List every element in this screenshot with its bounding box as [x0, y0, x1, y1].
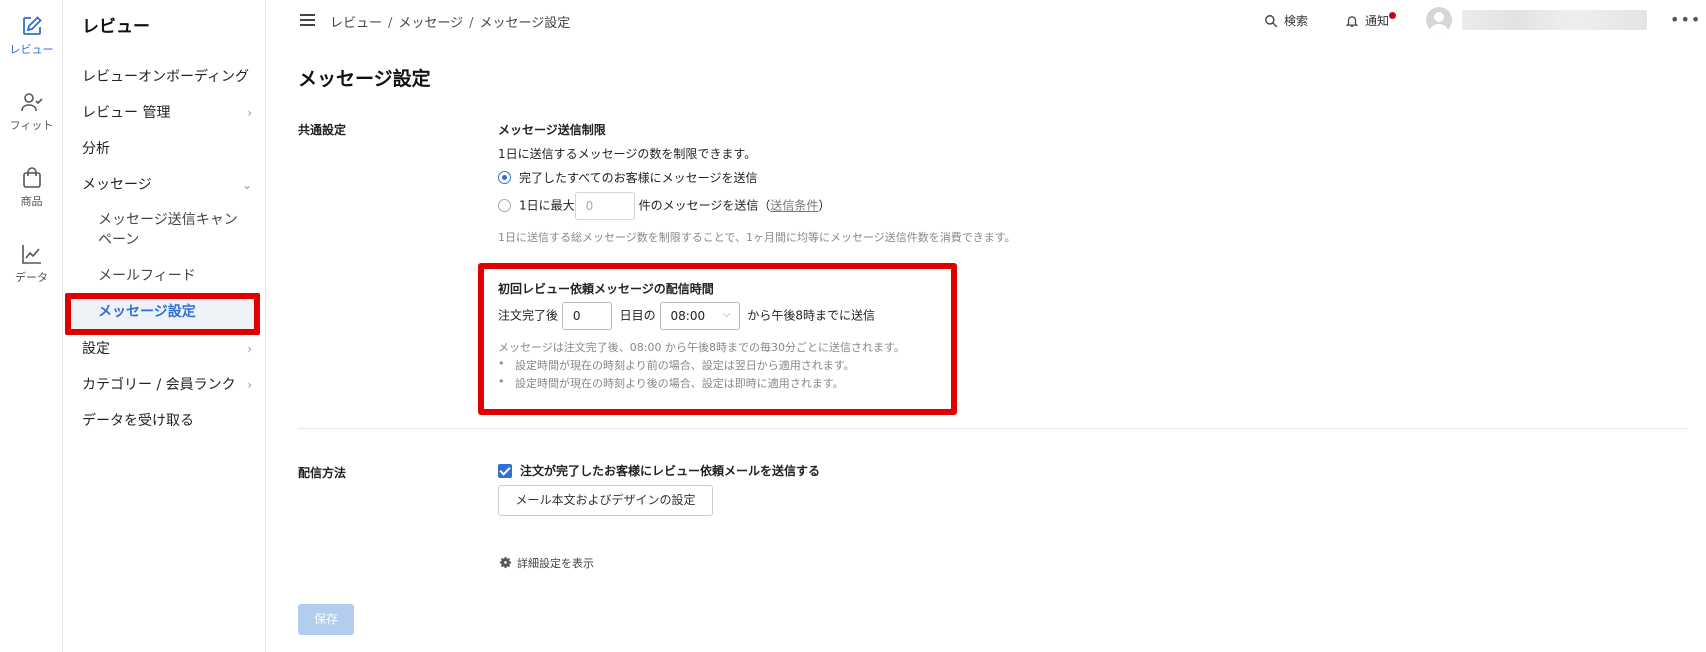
radio-label: 1日に最大 [519, 198, 575, 213]
chevron-down-icon: ⌄ [241, 178, 252, 192]
more-menu-icon[interactable]: ••• [1670, 10, 1701, 29]
search-icon [1265, 15, 1278, 28]
breadcrumb-item-current: メッセージ設定 [479, 16, 571, 31]
search-button[interactable]: 検索 [1264, 12, 1308, 29]
highlight-box-sidebar [65, 293, 260, 335]
rail-label-data: データ [15, 271, 48, 284]
app-rail: レビュー フィット 商品 データ [0, 0, 63, 652]
bell-icon [1345, 16, 1359, 27]
chart-line-icon [21, 245, 41, 264]
sidebar-item-analysis[interactable]: 分析 [82, 138, 252, 158]
notification-button[interactable]: 通知 [1345, 12, 1397, 29]
checkbox-checked[interactable] [498, 464, 512, 478]
sidebar-item-label: レビュー 管理 [82, 105, 171, 121]
max-messages-input[interactable]: 0 [574, 192, 635, 220]
bag-icon [22, 167, 41, 188]
chevron-right-icon: › [247, 342, 252, 356]
review-email-checkbox[interactable]: 注文が完了したお客様にレビュー依頼メールを送信する [498, 462, 820, 479]
breadcrumb-separator: / [469, 16, 474, 31]
search-label: 検索 [1284, 14, 1309, 28]
limit-description: 1日に送信するメッセージの数を制限できます。 [498, 147, 757, 161]
breadcrumb-separator: / [388, 16, 393, 31]
radio-option-all[interactable]: 完了したすべてのお客様にメッセージを送信 [498, 169, 757, 186]
radio-label: 完了したすべてのお客様にメッセージを送信 [519, 171, 758, 185]
sidebar-title: レビュー [82, 17, 150, 37]
radio-option-max[interactable]: 1日に最大 0 件のメッセージを送信（送信条件） [498, 192, 830, 220]
chevron-right-icon: › [247, 106, 252, 120]
sidebar-item-label: メッセージ [82, 177, 152, 193]
radio-label-close: ） [818, 198, 831, 213]
save-button[interactable]: 保存 [298, 604, 354, 635]
rail-item-review[interactable]: レビュー [0, 14, 63, 57]
limit-title: メッセージ送信制限 [498, 123, 606, 137]
rail-label-fit: フィット [9, 119, 54, 132]
user-check-icon [20, 93, 43, 112]
section-label-delivery: 配信方法 [298, 466, 347, 480]
sidebar-item-onboarding[interactable]: レビューオンボーディング [82, 66, 252, 86]
hamburger-menu-icon[interactable] [300, 14, 315, 26]
top-bar: レビュー / メッセージ / メッセージ設定 検索 通知 ••• [266, 0, 1706, 42]
sidebar-item-label: 設定 [82, 341, 110, 357]
sidebar-item-review-management[interactable]: レビュー 管理 › [82, 102, 252, 122]
sidebar-item-message[interactable]: メッセージ ⌄ [82, 174, 252, 194]
sidebar-item-label: カテゴリー / 会員ランク [82, 377, 236, 393]
notification-label: 通知 [1365, 12, 1397, 28]
breadcrumb-item[interactable]: メッセージ [398, 16, 463, 31]
advanced-settings-toggle[interactable]: 詳細設定を表示 [498, 555, 594, 571]
advanced-settings-label: 詳細設定を表示 [517, 557, 594, 570]
rail-label-products: 商品 [20, 195, 43, 208]
radio-label-suffix: 件のメッセージを送信（ [638, 198, 771, 213]
sidebar-item-receive-data[interactable]: データを受け取る [82, 410, 252, 430]
sidebar-item-settings[interactable]: 設定 › [82, 338, 252, 358]
sidebar-item-label: レビューオンボーディング [82, 69, 250, 85]
radio-selected[interactable] [498, 171, 511, 184]
account-name-redacted[interactable] [1462, 10, 1647, 30]
rail-label-review: レビュー [9, 43, 54, 56]
notification-text: 通知 [1365, 14, 1390, 28]
limit-note: 1日に送信する総メッセージ数を制限することで、1ヶ月間に均等にメッセージ送信件数… [498, 231, 1016, 244]
gear-icon [499, 556, 512, 569]
email-design-button[interactable]: メール本文およびデザインの設定 [498, 485, 713, 516]
edit-icon [22, 16, 42, 35]
sidebar-item-label: メールフィード [98, 268, 196, 284]
sidebar-item-category-rank[interactable]: カテゴリー / 会員ランク › [82, 374, 252, 394]
section-label-common: 共通設定 [298, 123, 347, 137]
sidebar-item-mail-feed[interactable]: メールフィード [98, 266, 248, 286]
chevron-right-icon: › [247, 378, 252, 392]
page-title: メッセージ設定 [298, 68, 431, 90]
sidebar-item-label: メッセージ送信キャンペーン [98, 212, 238, 248]
rail-item-fit[interactable]: フィット [0, 90, 63, 133]
breadcrumb-item[interactable]: レビュー [330, 16, 382, 31]
notification-dot [1389, 12, 1397, 19]
breadcrumb: レビュー / メッセージ / メッセージ設定 [330, 12, 570, 31]
send-conditions-link[interactable]: 送信条件 [770, 199, 818, 213]
checkbox-label: 注文が完了したお客様にレビュー依頼メールを送信する [520, 464, 821, 478]
sidebar-item-label: データを受け取る [82, 413, 194, 429]
highlight-box-first-review [478, 263, 957, 415]
sidebar-item-label: 分析 [82, 141, 110, 157]
rail-item-products[interactable]: 商品 [0, 166, 63, 209]
sidebar-item-message-campaign[interactable]: メッセージ送信キャンペーン [98, 210, 248, 250]
section-divider [298, 428, 1688, 429]
radio-unselected[interactable] [498, 198, 511, 212]
avatar[interactable] [1426, 7, 1452, 33]
rail-item-data[interactable]: データ [0, 242, 63, 285]
